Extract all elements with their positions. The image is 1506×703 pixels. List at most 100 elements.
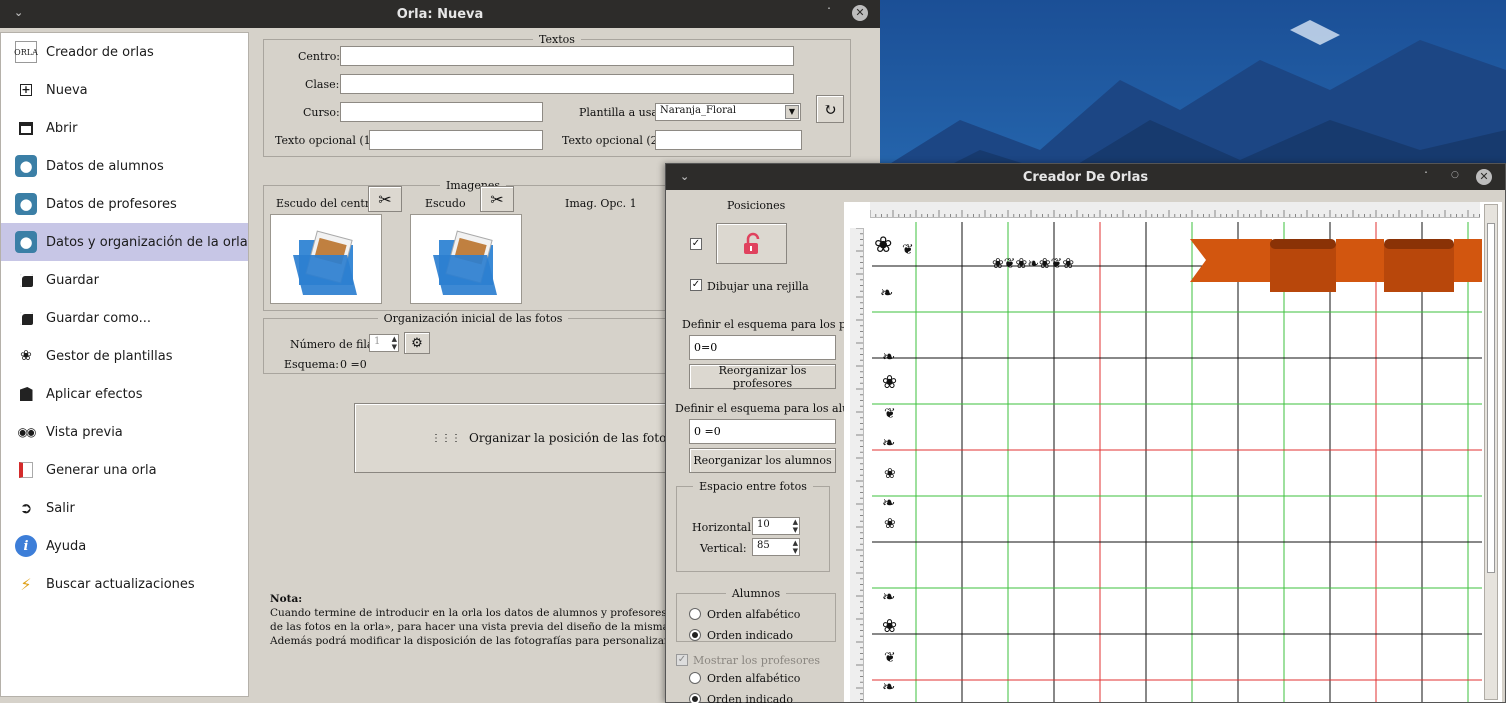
vertical-spinner[interactable]: 85 ▲ ▼ <box>752 538 800 556</box>
centro-input[interactable] <box>340 46 794 66</box>
sidebar-item-salir[interactable]: ➲ Salir <box>1 489 248 527</box>
orla-canvas[interactable]: ❀ ❦ ❧ ❀❦❀❧❀❦❀ ❧ ❀ ❦ ❧ ❀ ❧ ❀ ❧ ❀ ❦ ❧ <box>844 202 1502 702</box>
curso-input[interactable] <box>340 102 543 122</box>
lightning-icon: ⚡ <box>20 574 32 594</box>
apply-filas-button[interactable]: ⚙ <box>404 332 430 354</box>
sidebar-item-creador[interactable]: ORLA Creador de orlas <box>1 33 248 71</box>
alumnos-alfabetico-radio[interactable] <box>689 608 701 620</box>
svg-text:❀: ❀ <box>882 372 897 393</box>
orange-ribbon-banner <box>1190 239 1482 292</box>
sidebar-item-abrir[interactable]: Abrir <box>1 109 248 147</box>
spinner-arrows-icon[interactable]: ▲ ▼ <box>392 335 397 351</box>
escudo-centro-image[interactable] <box>270 214 382 304</box>
lock-button[interactable] <box>716 223 787 264</box>
chevron-down-icon[interactable]: ▼ <box>785 105 799 119</box>
posiciones-checkbox[interactable]: ✓ <box>690 238 702 250</box>
sidebar-item-organizacion[interactable]: ● Datos y organización de la orla <box>1 223 248 261</box>
clase-input[interactable] <box>340 74 794 94</box>
escudo-cut-button[interactable]: ✂ <box>480 186 514 212</box>
user-icon: ● <box>15 231 37 253</box>
svg-text:❧: ❧ <box>880 283 893 302</box>
alum-esquema-input[interactable] <box>689 419 836 444</box>
folder-image-icon <box>433 230 497 295</box>
orla-logo-icon: ORLA <box>14 41 38 63</box>
svg-text:❀: ❀ <box>884 516 896 532</box>
eyes-icon: ◉◉ <box>17 425 37 439</box>
reorganizar-alumnos-button[interactable]: Reorganizar los alumnos <box>689 448 836 473</box>
profesores-alfabetico-label: Orden alfabético <box>707 672 801 685</box>
sidebar-item-guardar-como[interactable]: Guardar como... <box>1 299 248 337</box>
sidebar-item-generar[interactable]: Generar una orla <box>1 451 248 489</box>
window-title: Orla: Nueva <box>396 6 484 22</box>
window-menu-icon[interactable]: ⌄ <box>14 6 23 19</box>
close-icon[interactable]: ✕ <box>852 5 868 21</box>
sidebar-item-actualizaciones[interactable]: ⚡ Buscar actualizaciones <box>1 565 248 603</box>
vertical-ruler <box>850 228 864 702</box>
sidebar-item-nueva[interactable]: + Nueva <box>1 71 248 109</box>
svg-text:❧: ❧ <box>882 433 895 452</box>
sidebar-item-profesores[interactable]: ● Datos de profesores <box>1 185 248 223</box>
creador-side-panel: Posiciones ✓ ✓ Dibujar una rejilla Defin… <box>666 190 869 703</box>
ruler-ticks <box>870 210 1480 217</box>
sidebar-item-label: Nueva <box>46 82 88 98</box>
sidebar-item-label: Abrir <box>46 120 78 136</box>
plantilla-select[interactable]: Naranja_Floral ▼ <box>655 103 801 121</box>
svg-text:❦: ❦ <box>902 242 914 258</box>
vertical-value: 85 <box>757 540 770 551</box>
svg-text:❦: ❦ <box>884 406 896 422</box>
mostrar-profesores-checkbox[interactable]: ✓ <box>676 654 688 666</box>
alum-esquema-label: Definir el esquema para los alur <box>675 402 855 415</box>
alumnos-indicado-radio[interactable] <box>689 629 701 641</box>
exit-icon: ➲ <box>19 499 33 517</box>
sidebar-item-alumnos[interactable]: ● Datos de alumnos <box>1 147 248 185</box>
scissors-icon: ✂ <box>378 189 392 209</box>
svg-text:❧: ❧ <box>882 587 895 606</box>
sidebar-item-label: Creador de orlas <box>46 44 154 60</box>
escudo-image[interactable] <box>410 214 522 304</box>
sidebar-item-label: Guardar como... <box>46 310 151 326</box>
sidebar-item-label: Datos y organización de la orla <box>46 234 248 250</box>
spinner-arrows-icon[interactable]: ▲ ▼ <box>793 518 798 534</box>
minimize-icon[interactable]: ˙ <box>1423 170 1429 184</box>
close-icon[interactable]: ✕ <box>1476 169 1492 185</box>
svg-text:❧: ❧ <box>882 677 895 696</box>
sidebar-item-guardar[interactable]: Guardar <box>1 261 248 299</box>
creador-window-titlebar[interactable]: ⌄ Creador De Orlas ˙ ○ ✕ <box>666 164 1505 190</box>
reorganizar-profesores-button[interactable]: Reorganizar los profesores <box>689 364 836 390</box>
profesores-alfabetico-radio[interactable] <box>689 672 701 684</box>
spinner-arrows-icon[interactable]: ▲ ▼ <box>793 539 798 555</box>
profesores-indicado-radio[interactable] <box>689 693 701 703</box>
texto2-input[interactable] <box>655 130 802 150</box>
scrollbar-thumb[interactable] <box>1487 223 1495 573</box>
nota-line: Además podrá modificar la disposición de… <box>270 635 713 647</box>
sidebar-item-ayuda[interactable]: i Ayuda <box>1 527 248 565</box>
esquema-label: Esquema: <box>284 358 340 371</box>
refresh-button[interactable]: ↻ <box>816 95 844 123</box>
filas-spinner[interactable]: 1 ▲ ▼ <box>369 334 399 352</box>
sidebar-item-efectos[interactable]: Aplicar efectos <box>1 375 248 413</box>
nota-text: Nota: Cuando termine de introducir en la… <box>270 592 728 648</box>
minimize-icon[interactable]: ˙ <box>826 6 832 20</box>
sidebar-item-vista-previa[interactable]: ◉◉ Vista previa <box>1 413 248 451</box>
textos-legend: Textos <box>539 33 575 46</box>
effects-icon <box>15 383 37 405</box>
maximize-icon[interactable]: ○ <box>1451 170 1459 180</box>
svg-text:❧: ❧ <box>882 347 895 366</box>
window-menu-icon[interactable]: ⌄ <box>680 170 689 183</box>
sidebar-item-plantillas[interactable]: ❀ Gestor de plantillas <box>1 337 248 375</box>
imag-opc-label: Imag. Opc. 1 <box>565 197 637 210</box>
sidebar-item-label: Gestor de plantillas <box>46 348 173 364</box>
texto1-input[interactable] <box>369 130 543 150</box>
profe-esquema-input[interactable] <box>689 335 836 360</box>
main-window-titlebar[interactable]: ⌄ Orla: Nueva ˙ ✕ <box>0 0 880 28</box>
escudo-centro-cut-button[interactable]: ✂ <box>368 186 402 212</box>
pdf-icon <box>15 459 37 481</box>
vertical-scrollbar[interactable] <box>1484 204 1498 700</box>
rejilla-checkbox[interactable]: ✓ <box>690 279 702 291</box>
rejilla-label: Dibujar una rejilla <box>707 280 809 293</box>
organizar-fotos-button[interactable]: ⋮⋮⋮ Organizar la posición de las fotos e… <box>354 403 717 473</box>
new-icon: + <box>20 83 32 96</box>
save-icon <box>15 269 37 291</box>
horizontal-spinner[interactable]: 10 ▲ ▼ <box>752 517 800 535</box>
sidebar-item-label: Datos de profesores <box>46 196 177 212</box>
